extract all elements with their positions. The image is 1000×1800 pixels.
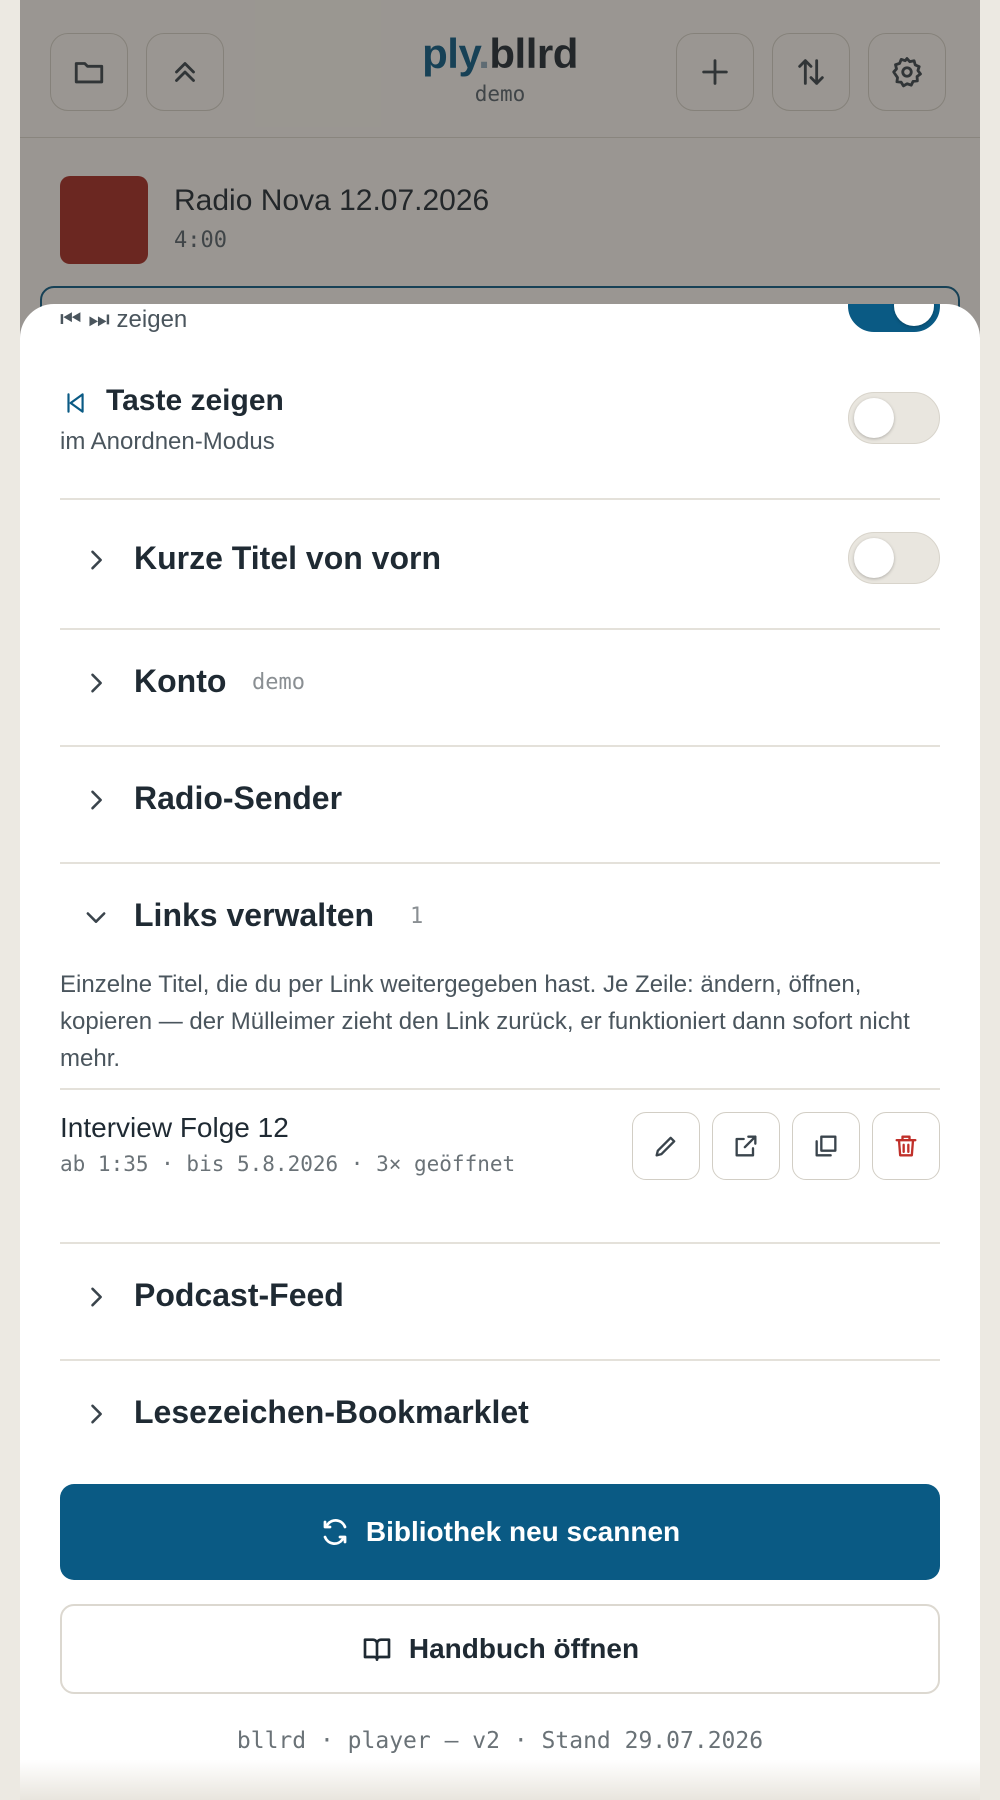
link-item-title: Interview Folge 12 (60, 1112, 289, 1143)
divider (60, 862, 940, 864)
section-konto[interactable]: Konto (134, 663, 226, 700)
taste-label: Taste zeigen (106, 384, 284, 417)
section-bookmarklet[interactable]: Lesezeichen-Bookmarklet (134, 1394, 529, 1431)
kurze-titel-toggle[interactable] (848, 532, 940, 584)
chevron-right-icon[interactable] (82, 786, 110, 814)
skip-buttons-toggle[interactable] (848, 304, 940, 332)
taste-sublabel: im Anordnen-Modus (60, 428, 275, 455)
divider (60, 498, 940, 500)
section-links-verwalten[interactable]: Links verwalten (134, 897, 374, 934)
skip-buttons-row: ⏮ ⏭ zeigen (60, 304, 940, 344)
divider (60, 745, 940, 747)
skip-buttons-label: ⏮ ⏭ zeigen (60, 306, 188, 333)
chevron-right-icon[interactable] (82, 1283, 110, 1311)
copy-icon (815, 1135, 837, 1157)
external-link-icon (735, 1135, 757, 1157)
divider (60, 1242, 940, 1244)
chevron-down-icon[interactable] (82, 903, 110, 931)
pencil-icon (655, 1136, 676, 1157)
chevron-right-icon[interactable] (82, 546, 110, 574)
divider (60, 1359, 940, 1361)
divider (60, 1088, 940, 1090)
version-footer: bllrd · player — v2 · Stand 29.07.2026 (236, 1728, 764, 1754)
app-window: ply.bllrd demo Radio Nova 12.07.2026 4:0… (20, 0, 980, 1800)
taste-row: Taste zeigen im Anordnen-Modus (60, 380, 940, 460)
links-description: Einzelne Titel, die du per Link weiterge… (60, 971, 910, 1072)
copy-link-button[interactable] (792, 1112, 860, 1180)
edit-link-button[interactable] (632, 1112, 700, 1180)
section-radio-sender[interactable]: Radio-Sender (134, 780, 342, 817)
chevron-right-icon[interactable] (82, 1400, 110, 1428)
book-icon (363, 1638, 391, 1661)
settings-sheet: ⏮ ⏭ zeigen Taste zeigen im Anordnen-Modu… (20, 304, 980, 1800)
taste-toggle[interactable] (848, 392, 940, 444)
link-item-meta: ab 1:35 · bis 5.8.2026 · 3× geöffnet (60, 1152, 516, 1176)
open-manual-button[interactable]: Handbuch öffnen (60, 1604, 940, 1694)
trash-icon (895, 1135, 917, 1157)
skip-back-icon (67, 393, 84, 413)
links-count-badge: 1 (410, 904, 424, 929)
divider (60, 628, 940, 630)
manual-label: Handbuch öffnen (408, 1633, 640, 1664)
rescan-library-button[interactable]: Bibliothek neu scannen (60, 1484, 940, 1580)
section-podcast-feed[interactable]: Podcast-Feed (134, 1277, 344, 1314)
rescan-label: Bibliothek neu scannen (365, 1516, 681, 1547)
open-link-button[interactable] (712, 1112, 780, 1180)
konto-badge: demo (252, 670, 305, 695)
refresh-icon (323, 1519, 347, 1545)
chevron-right-icon[interactable] (82, 669, 110, 697)
sheet-bottom-fade (20, 1760, 980, 1800)
delete-link-button[interactable] (872, 1112, 940, 1180)
section-kurze-titel[interactable]: Kurze Titel von vorn (134, 540, 441, 577)
